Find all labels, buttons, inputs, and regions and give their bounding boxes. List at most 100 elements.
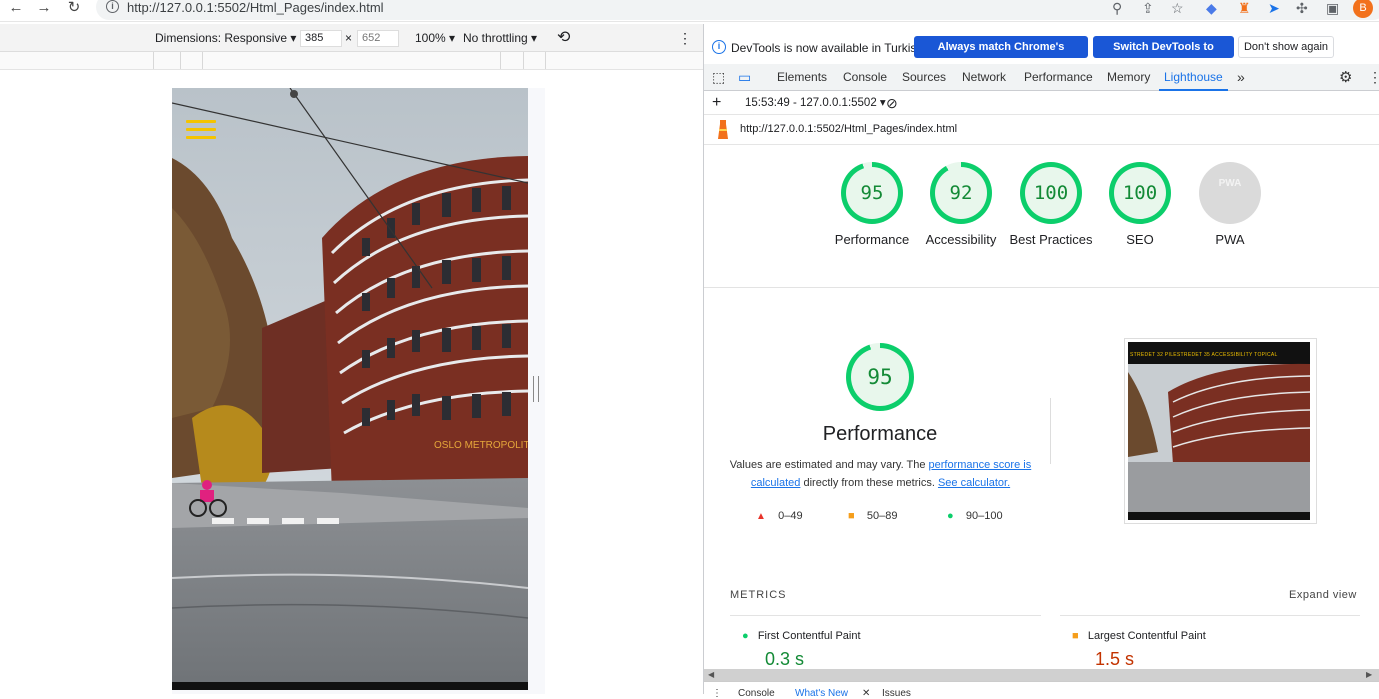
back-icon[interactable]: ← xyxy=(6,0,26,18)
metric-fcp: ● First Contentful Paint xyxy=(742,630,861,642)
tab-memory[interactable]: Memory xyxy=(1107,64,1150,91)
lighthouse-logo-icon xyxy=(718,120,728,139)
average-square-icon: ■ xyxy=(1072,630,1079,642)
legend-fail-range: 0–49 xyxy=(778,510,803,522)
height-input[interactable]: 652 xyxy=(357,30,399,47)
pass-dot-icon: ● xyxy=(742,630,749,642)
hamburger-menu-icon[interactable] xyxy=(186,120,216,140)
screenshot-nav-text: STREDET 32 PILESTREDET 35 ACCESSIBILITY … xyxy=(1130,352,1278,358)
metric-fcp-name: First Contentful Paint xyxy=(757,630,861,642)
ruler-mark xyxy=(500,52,501,69)
metric-lcp-name: Largest Contentful Paint xyxy=(1087,630,1206,642)
devtools-tabbar: ⬚ ▭ Elements Console Sources Network Per… xyxy=(704,64,1379,91)
hero-photo: OSLO METROPOLIT xyxy=(172,88,528,688)
metric-lcp-value: 1.5 s xyxy=(1095,649,1135,669)
tab-network[interactable]: Network xyxy=(962,64,1006,91)
metrics-heading: METRICS xyxy=(730,589,787,601)
report-selector[interactable]: 15:53:49 - 127.0.0.1:5502 ▾ xyxy=(745,91,886,115)
new-report-icon[interactable]: + xyxy=(712,91,721,115)
desc-prefix: Values are estimated and may vary. The xyxy=(729,459,929,471)
seo-score: 100 xyxy=(1114,167,1166,219)
browser-toolbar: ← → ↻ i http://127.0.0.1:5502/Html_Pages… xyxy=(0,0,1379,22)
performance-gauge[interactable]: 95 xyxy=(841,162,903,224)
ruler-mark xyxy=(153,52,154,69)
media-query-ruler xyxy=(0,52,703,70)
translate-extension-icon[interactable]: ◆ xyxy=(1206,0,1217,16)
ruler-mark xyxy=(545,52,546,69)
seo-gauge[interactable]: 100 xyxy=(1109,162,1171,224)
circle-icon: ● xyxy=(947,510,954,522)
switch-to-turkish-button[interactable]: Switch DevTools to Turkish xyxy=(1093,36,1234,75)
desc-mid: directly from these metrics. xyxy=(800,477,938,489)
accessibility-score: 92 xyxy=(935,167,987,219)
building-sign: OSLO METROPOLIT xyxy=(434,440,528,451)
performance-big-gauge: 95 xyxy=(846,343,914,411)
legend-average-range: 50–89 xyxy=(866,510,898,522)
pwa-score: PWA xyxy=(1204,167,1256,219)
site-info-icon[interactable]: i xyxy=(106,0,119,13)
tab-lighthouse[interactable]: Lighthouse xyxy=(1159,64,1228,91)
triangle-icon: ▲ xyxy=(756,511,766,522)
report-url-bar: http://127.0.0.1:5502/Html_Pages/index.h… xyxy=(704,115,1379,145)
zoom-dropdown[interactable]: 100% ▾ xyxy=(415,24,455,52)
bookmark-star-icon[interactable]: ☆ xyxy=(1171,0,1184,16)
lighthouse-toolbar: + 15:53:49 - 127.0.0.1:5502 ▾ ⊘ xyxy=(704,91,1379,115)
more-options-icon[interactable]: ⋮ xyxy=(678,24,692,52)
viewport-bottom-edge xyxy=(172,682,528,690)
pwa-gauge[interactable]: PWA xyxy=(1199,162,1261,224)
ruler-mark xyxy=(202,52,203,69)
scroll-right-icon[interactable]: ▶ xyxy=(1366,670,1372,679)
device-toolbar: Dimensions: Responsive ▾ 385 × 652 100% … xyxy=(0,24,703,52)
report-selector-label: 15:53:49 - 127.0.0.1:5502 xyxy=(745,97,877,109)
width-input[interactable]: 385 xyxy=(300,30,342,47)
device-toggle-icon[interactable]: ▭ xyxy=(738,64,751,91)
always-match-language-button[interactable]: Always match Chrome's language xyxy=(914,36,1088,75)
legend-pass-range: 90–100 xyxy=(965,510,1003,522)
tab-elements[interactable]: Elements xyxy=(777,64,827,91)
zoom-icon[interactable]: ⚲ xyxy=(1112,0,1122,16)
viewport-resize-handle[interactable] xyxy=(533,376,539,402)
extensions-puzzle-icon[interactable]: ✣ xyxy=(1296,0,1308,16)
side-panel-icon[interactable]: ▣ xyxy=(1326,0,1339,16)
more-tabs-icon[interactable]: » xyxy=(1237,64,1245,91)
info-icon: i xyxy=(712,40,726,54)
throttling-label: No throttling xyxy=(463,31,528,45)
throttling-dropdown[interactable]: No throttling ▾ xyxy=(463,24,537,52)
performance-title: Performance xyxy=(822,423,938,445)
rotate-icon[interactable]: ⟲ xyxy=(557,24,570,52)
share-icon[interactable]: ⇪ xyxy=(1142,0,1154,16)
legend-average: ■ 50–89 xyxy=(848,509,897,523)
dimensions-dropdown[interactable]: Dimensions: Responsive ▾ xyxy=(155,24,296,52)
expand-view-toggle[interactable]: Expand view xyxy=(1289,589,1357,601)
best-practices-score: 100 xyxy=(1025,167,1077,219)
best-practices-gauge[interactable]: 100 xyxy=(1020,162,1082,224)
forward-icon[interactable]: → xyxy=(34,0,54,18)
scroll-left-icon[interactable]: ◀ xyxy=(708,670,714,679)
reload-icon[interactable]: ↻ xyxy=(64,0,84,18)
devtools-menu-icon[interactable]: ⋮ xyxy=(1368,64,1379,91)
settings-gear-icon[interactable]: ⚙ xyxy=(1339,64,1352,91)
best-practices-label: Best Practices xyxy=(1009,232,1093,247)
square-icon: ■ xyxy=(848,510,855,522)
infobar-message: DevTools is now available in Turkish! xyxy=(731,41,927,55)
address-url[interactable]: http://127.0.0.1:5502/Html_Pages/index.h… xyxy=(127,0,384,16)
zoom-label: 100% xyxy=(415,31,446,45)
accessibility-gauge[interactable]: 92 xyxy=(930,162,992,224)
ruler-mark xyxy=(523,52,524,69)
final-screenshot xyxy=(1128,342,1310,520)
lighthouse-extension-icon[interactable]: ♜ xyxy=(1238,0,1251,16)
seo-label: SEO xyxy=(1126,232,1154,247)
legend-fail: ▲ 0–49 xyxy=(756,509,803,524)
tab-console[interactable]: Console xyxy=(843,64,887,91)
performance-big-score: 95 xyxy=(851,348,909,406)
cursor-extension-icon[interactable]: ➤ xyxy=(1268,0,1280,16)
performance-score: 95 xyxy=(846,167,898,219)
report-url: http://127.0.0.1:5502/Html_Pages/index.h… xyxy=(740,123,958,135)
tab-sources[interactable]: Sources xyxy=(902,64,946,91)
horizontal-scrollbar[interactable] xyxy=(704,669,1379,681)
tab-performance[interactable]: Performance xyxy=(1024,64,1093,91)
see-calculator-link[interactable]: See calculator. xyxy=(938,477,1010,489)
dont-show-again-button[interactable]: Don't show again xyxy=(1238,36,1334,58)
clear-reports-icon[interactable]: ⊘ xyxy=(886,91,898,115)
inspect-element-icon[interactable]: ⬚ xyxy=(712,64,725,91)
